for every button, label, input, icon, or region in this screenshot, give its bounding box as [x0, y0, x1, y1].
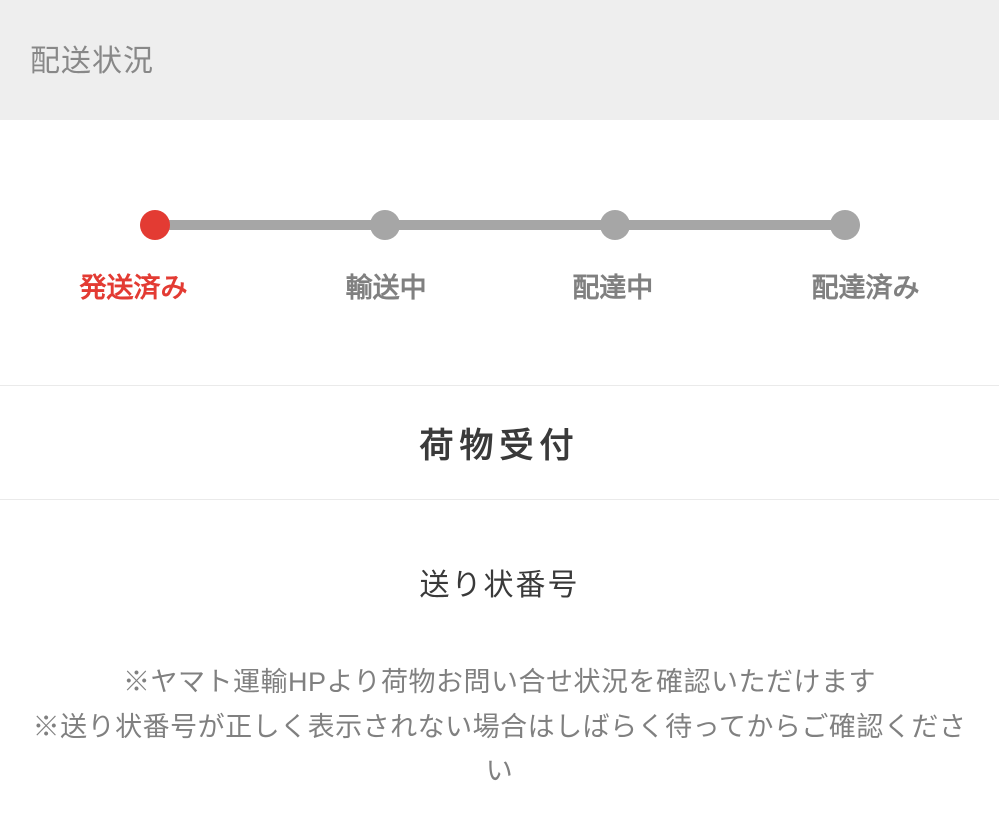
- progress-labels: 発送済み 輸送中 配達中 配達済み: [110, 266, 890, 305]
- tracking-note-1: ※ヤマト運輸HPより荷物お問い合せ状況を確認いただけます: [30, 660, 969, 705]
- progress-label-delivered: 配達済み: [759, 266, 919, 305]
- progress-label-in-transit: 輸送中: [306, 266, 466, 305]
- progress-track: [140, 210, 860, 240]
- tracking-note-2: ※送り状番号が正しく表示されない場合はしばらく待ってからご確認ください: [30, 705, 969, 794]
- progress-node-delivered: [830, 210, 860, 240]
- page-title: 配送状況: [30, 36, 969, 80]
- status-title: 荷物受付: [0, 418, 999, 467]
- progress-nodes: [140, 210, 860, 240]
- progress-node-out-for-delivery: [600, 210, 630, 240]
- page-header: 配送状況: [0, 0, 999, 120]
- tracking-section: 送り状番号 ※ヤマト運輸HPより荷物お問い合せ状況を確認いただけます ※送り状番…: [0, 500, 999, 814]
- progress-node-shipped: [140, 210, 170, 240]
- progress-label-shipped: 発送済み: [80, 266, 240, 305]
- status-band: 荷物受付: [0, 385, 999, 500]
- delivery-progress: 発送済み 輸送中 配達中 配達済み: [0, 120, 999, 385]
- progress-node-in-transit: [370, 210, 400, 240]
- tracking-number-label: 送り状番号: [30, 560, 969, 604]
- progress-label-out-for-delivery: 配達中: [533, 266, 693, 305]
